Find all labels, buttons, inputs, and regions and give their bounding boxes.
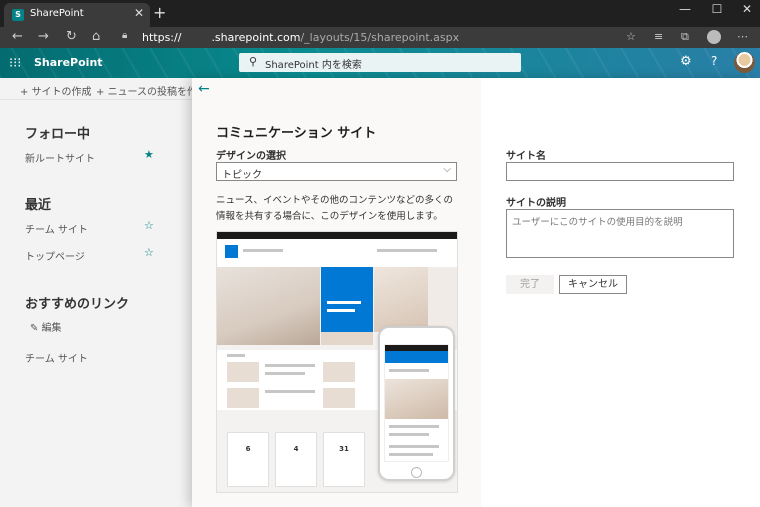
forward-icon[interactable]: → [38, 29, 49, 44]
follow-star-icon[interactable]: ☆ [144, 219, 154, 232]
preview-event-card: 4 [275, 432, 317, 487]
design-label: デザインの選択 [216, 151, 286, 162]
avatar[interactable] [734, 52, 755, 73]
suite-bar: ⁝⁝⁝ SharePoint ⚲ SharePoint 内を検索 ⚙ ? [0, 48, 760, 78]
panel-title: コミュニケーション サイト [216, 126, 377, 141]
done-button[interactable]: 完了 [506, 275, 554, 294]
maximize-icon[interactable]: ☐ [702, 2, 732, 16]
design-column: ← コミュニケーション サイト デザインの選択 トピック ⌵ ニュース、イベント… [192, 78, 481, 507]
help-icon[interactable]: ? [711, 54, 717, 68]
collections-icon[interactable]: ⧉ [681, 30, 689, 44]
preview-event-card: 6 [227, 432, 269, 487]
create-news-button[interactable]: + ニュースの投稿を作成 [96, 83, 207, 98]
home-icon[interactable]: ⌂ [92, 29, 100, 44]
preview-event-card: 31 [323, 432, 365, 487]
more-icon[interactable]: ⋯ [737, 30, 748, 43]
close-tab-icon[interactable]: ✕ [134, 6, 144, 20]
design-description: ニュース、イベントやその他のコンテンツなどの多くの情報を共有する場合に、このデザ… [216, 195, 454, 222]
create-site-button[interactable]: + サイトの作成 [20, 83, 92, 98]
tab-title: SharePoint [30, 8, 84, 19]
search-box[interactable]: ⚲ SharePoint 内を検索 [239, 53, 521, 72]
preview-hero-tile [374, 267, 428, 332]
create-site-label: サイトの作成 [31, 87, 92, 98]
design-dropdown[interactable]: トピック ⌵ [216, 162, 457, 181]
chevron-down-icon: ⌵ [443, 164, 451, 175]
back-arrow-icon[interactable]: ← [198, 81, 210, 97]
command-bar: + サイトの作成 + ニュースの投稿を作成 [0, 78, 207, 100]
favorite-star-icon[interactable]: ☆ [626, 30, 636, 43]
following-item[interactable]: 新ルートサイト [25, 150, 95, 165]
search-placeholder: SharePoint 内を検索 [265, 60, 362, 71]
site-description-placeholder: ユーザーにこのサイトの使用目的を説明 [512, 217, 683, 228]
close-window-icon[interactable]: ✕ [732, 2, 760, 16]
follow-star-icon[interactable]: ☆ [144, 246, 154, 259]
cancel-button[interactable]: キャンセル [559, 275, 627, 294]
preview-hero-tile [321, 267, 373, 332]
recent-item[interactable]: チーム サイト [25, 221, 88, 236]
recent-item[interactable]: トップページ [25, 248, 85, 263]
design-value: トピック [222, 170, 262, 181]
preview-hero-image [217, 267, 320, 345]
back-icon[interactable]: ← [12, 29, 23, 44]
create-site-panel: ← コミュニケーション サイト デザインの選択 トピック ⌵ ニュース、イベント… [192, 78, 760, 507]
site-name-label: サイト名 [506, 151, 546, 162]
url-scheme: https:// [142, 31, 182, 44]
app-launcher-icon[interactable]: ⁝⁝⁝ [9, 56, 21, 71]
preview-header [217, 239, 457, 267]
refresh-icon[interactable]: ↻ [66, 29, 77, 44]
featured-links-heading: おすすめのリンク [25, 297, 130, 312]
preview-topbar [217, 232, 457, 239]
gear-icon[interactable]: ⚙ [680, 54, 692, 69]
recent-heading: 最近 [25, 198, 52, 213]
edit-links-button[interactable]: ✎ 編集 [30, 319, 62, 334]
following-heading: フォロー中 [25, 127, 91, 142]
address-bar: ← → ↻ ⌂ 🔒︎ https:// .sharepoint.com/_layo… [0, 27, 760, 48]
minimize-icon[interactable]: — [670, 2, 700, 16]
lock-icon: 🔒︎ [122, 30, 128, 41]
site-description-input[interactable]: ユーザーにこのサイトの使用目的を説明 [506, 209, 734, 258]
url-field[interactable]: 🔒︎ https:// .sharepoint.com/_layouts/15/s… [112, 28, 652, 47]
followed-star-icon[interactable]: ★ [144, 148, 154, 161]
sharepoint-icon: S [12, 9, 24, 21]
search-icon: ⚲ [249, 55, 258, 68]
site-name-input[interactable] [506, 162, 734, 181]
browser-tab[interactable]: S SharePoint ✕ [4, 3, 150, 27]
phone-hero-image [385, 379, 448, 419]
phone-home-button [411, 467, 422, 478]
site-description-label: サイトの説明 [506, 198, 566, 209]
edit-label: 編集 [41, 323, 62, 334]
profile-icon[interactable] [707, 30, 721, 44]
favorites-list-icon[interactable]: ≡ [654, 30, 663, 43]
featured-link[interactable]: チーム サイト [25, 350, 88, 365]
left-navigation: フォロー中 新ルートサイト ★ 最近 チーム サイト ☆ トップページ ☆ おす… [0, 100, 192, 507]
preview-logo [225, 245, 238, 258]
url-path: /_layouts/15/sharepoint.aspx [300, 31, 460, 44]
browser-tab-bar: S SharePoint ✕ + — ☐ ✕ [0, 0, 760, 27]
phone-screen [384, 344, 449, 462]
app-name[interactable]: SharePoint [34, 56, 103, 69]
phone-preview [378, 326, 455, 481]
url-host: .sharepoint.com [211, 31, 301, 44]
new-tab-button[interactable]: + [153, 3, 166, 22]
